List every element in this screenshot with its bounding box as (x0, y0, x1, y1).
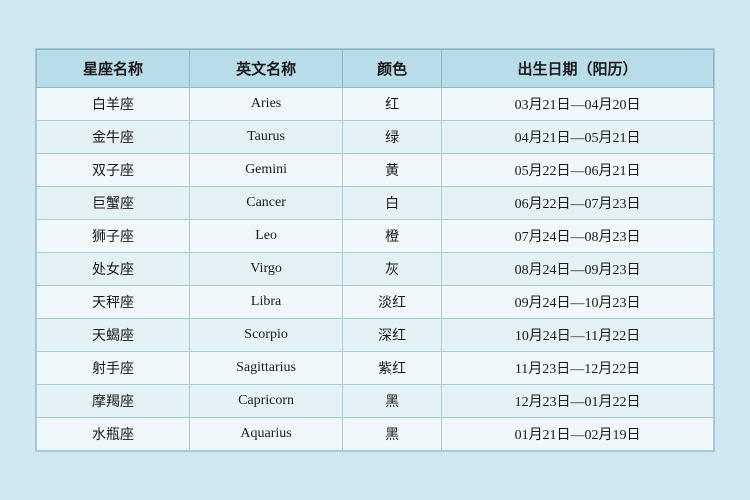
cell-en-name: Aries (190, 88, 343, 121)
cell-en-name: Capricorn (190, 385, 343, 418)
cell-dates: 07月24日—08月23日 (442, 220, 714, 253)
cell-zh-name: 天秤座 (37, 286, 190, 319)
cell-zh-name: 白羊座 (37, 88, 190, 121)
cell-color: 红 (343, 88, 442, 121)
table-header-row: 星座名称 英文名称 颜色 出生日期（阳历） (37, 50, 714, 88)
cell-color: 淡红 (343, 286, 442, 319)
table-row: 射手座Sagittarius紫红11月23日—12月22日 (37, 352, 714, 385)
table-row: 天秤座Libra淡红09月24日—10月23日 (37, 286, 714, 319)
cell-zh-name: 处女座 (37, 253, 190, 286)
cell-color: 深红 (343, 319, 442, 352)
cell-zh-name: 水瓶座 (37, 418, 190, 451)
cell-zh-name: 金牛座 (37, 121, 190, 154)
cell-dates: 08月24日—09月23日 (442, 253, 714, 286)
cell-color: 白 (343, 187, 442, 220)
cell-en-name: Leo (190, 220, 343, 253)
cell-zh-name: 双子座 (37, 154, 190, 187)
cell-en-name: Cancer (190, 187, 343, 220)
table-row: 天蝎座Scorpio深红10月24日—11月22日 (37, 319, 714, 352)
cell-zh-name: 巨蟹座 (37, 187, 190, 220)
cell-en-name: Scorpio (190, 319, 343, 352)
table-row: 金牛座Taurus绿04月21日—05月21日 (37, 121, 714, 154)
cell-color: 灰 (343, 253, 442, 286)
cell-dates: 12月23日—01月22日 (442, 385, 714, 418)
table-row: 摩羯座Capricorn黑12月23日—01月22日 (37, 385, 714, 418)
header-zh-name: 星座名称 (37, 50, 190, 88)
header-color: 颜色 (343, 50, 442, 88)
header-dates: 出生日期（阳历） (442, 50, 714, 88)
cell-color: 绿 (343, 121, 442, 154)
table-row: 白羊座Aries红03月21日—04月20日 (37, 88, 714, 121)
cell-dates: 03月21日—04月20日 (442, 88, 714, 121)
table-body: 白羊座Aries红03月21日—04月20日金牛座Taurus绿04月21日—0… (37, 88, 714, 451)
table-row: 水瓶座Aquarius黑01月21日—02月19日 (37, 418, 714, 451)
cell-zh-name: 射手座 (37, 352, 190, 385)
cell-dates: 05月22日—06月21日 (442, 154, 714, 187)
cell-color: 橙 (343, 220, 442, 253)
cell-en-name: Libra (190, 286, 343, 319)
cell-dates: 01月21日—02月19日 (442, 418, 714, 451)
table-row: 巨蟹座Cancer白06月22日—07月23日 (37, 187, 714, 220)
cell-en-name: Virgo (190, 253, 343, 286)
cell-dates: 11月23日—12月22日 (442, 352, 714, 385)
cell-zh-name: 狮子座 (37, 220, 190, 253)
cell-en-name: Sagittarius (190, 352, 343, 385)
cell-en-name: Taurus (190, 121, 343, 154)
table-row: 双子座Gemini黄05月22日—06月21日 (37, 154, 714, 187)
header-en-name: 英文名称 (190, 50, 343, 88)
table-row: 狮子座Leo橙07月24日—08月23日 (37, 220, 714, 253)
cell-dates: 06月22日—07月23日 (442, 187, 714, 220)
table-row: 处女座Virgo灰08月24日—09月23日 (37, 253, 714, 286)
cell-dates: 09月24日—10月23日 (442, 286, 714, 319)
cell-dates: 10月24日—11月22日 (442, 319, 714, 352)
cell-zh-name: 摩羯座 (37, 385, 190, 418)
cell-zh-name: 天蝎座 (37, 319, 190, 352)
zodiac-table-container: 星座名称 英文名称 颜色 出生日期（阳历） 白羊座Aries红03月21日—04… (35, 48, 715, 452)
zodiac-table: 星座名称 英文名称 颜色 出生日期（阳历） 白羊座Aries红03月21日—04… (36, 49, 714, 451)
cell-color: 黑 (343, 418, 442, 451)
cell-color: 紫红 (343, 352, 442, 385)
cell-en-name: Aquarius (190, 418, 343, 451)
cell-color: 黄 (343, 154, 442, 187)
cell-en-name: Gemini (190, 154, 343, 187)
cell-dates: 04月21日—05月21日 (442, 121, 714, 154)
cell-color: 黑 (343, 385, 442, 418)
